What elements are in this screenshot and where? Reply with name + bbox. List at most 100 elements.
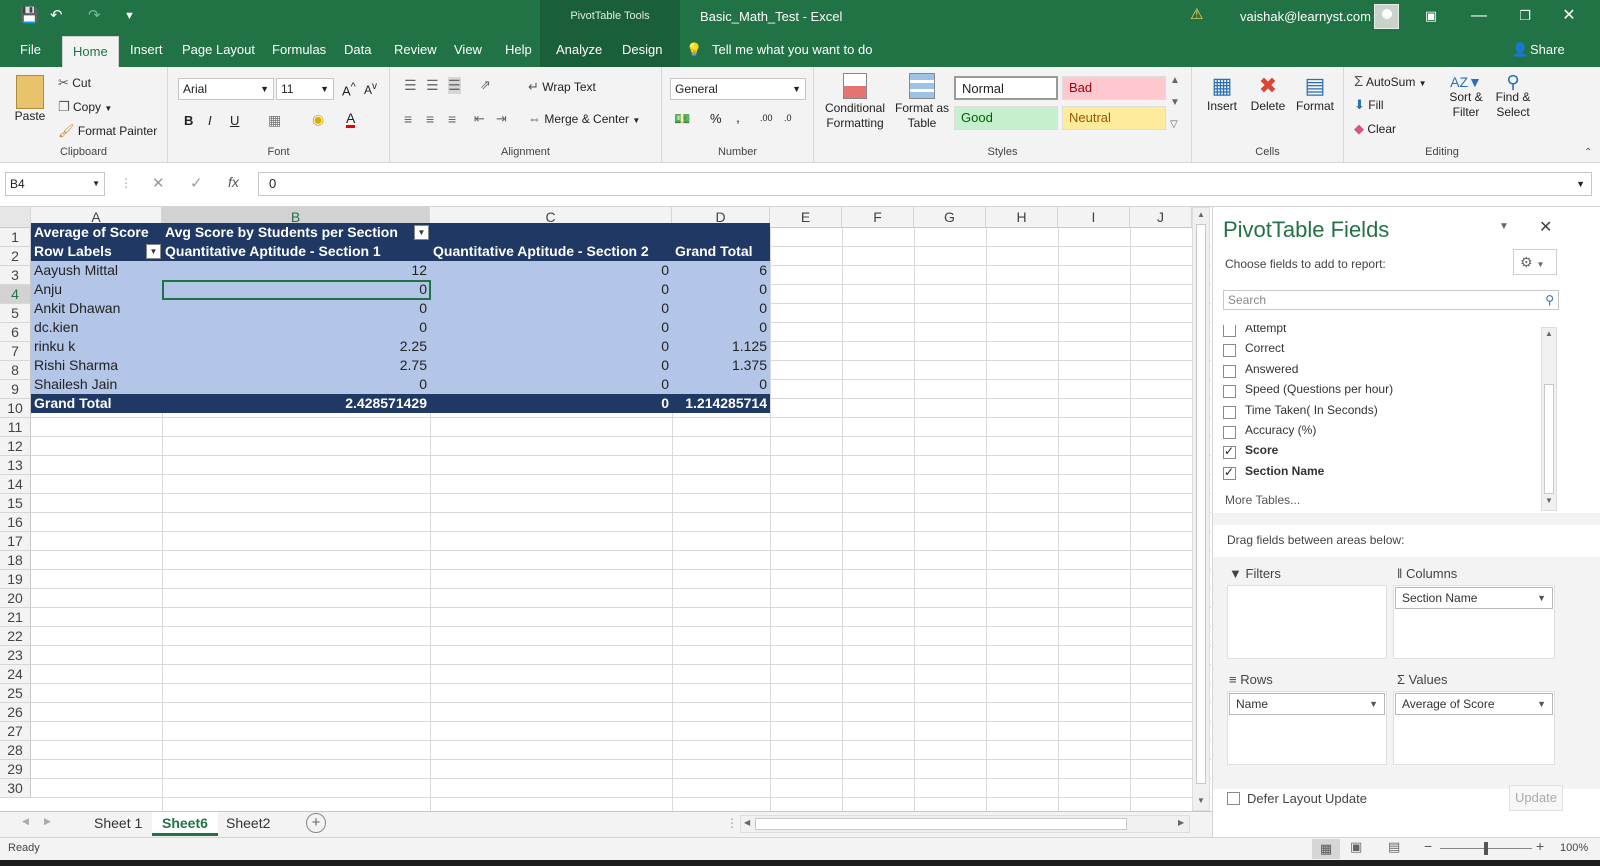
row-header[interactable]: 13 (0, 456, 31, 475)
format-painter-button[interactable]: 🖌 Format Painter (58, 123, 157, 139)
row-header[interactable]: 11 (0, 418, 31, 437)
field-checkbox[interactable] (1223, 364, 1236, 378)
field-label[interactable]: Answered (1245, 362, 1298, 376)
align-left-icon[interactable]: ≡ (404, 111, 412, 127)
row-header[interactable]: 2 (0, 247, 31, 266)
wrap-text-button[interactable]: ↵ Wrap Text (528, 79, 596, 95)
sheet-prev-icon[interactable]: ◀ (22, 816, 29, 827)
find-select-button[interactable]: ⚲ Find & Select (1490, 73, 1536, 120)
field-checkbox[interactable] (1223, 465, 1236, 480)
add-sheet-icon[interactable]: + (306, 813, 326, 833)
pivot-value-cell[interactable]: 0 (162, 375, 430, 394)
field-checkbox[interactable] (1223, 444, 1236, 460)
tab-home[interactable]: Home (62, 36, 119, 67)
column-header-h[interactable]: H (986, 207, 1058, 228)
pivot-value-cell[interactable]: 2.75 (162, 356, 430, 375)
update-button[interactable]: Update (1509, 785, 1563, 811)
field-checkbox[interactable] (1223, 426, 1236, 439)
splitter-icon[interactable]: ⋮ (726, 816, 738, 830)
row-header[interactable]: 23 (0, 646, 31, 665)
zoom-out-icon[interactable]: − (1424, 838, 1432, 854)
tab-file[interactable]: File (20, 42, 41, 57)
zoom-slider-thumb[interactable] (1484, 842, 1488, 855)
field-label[interactable]: Score (1245, 443, 1278, 457)
orientation-icon[interactable]: ⇗ (480, 77, 491, 93)
minimize-icon[interactable]: — (1464, 4, 1494, 28)
row-header[interactable]: 3 (0, 266, 31, 285)
filters-drop-area[interactable] (1227, 585, 1387, 659)
pivot-grand-total-label[interactable]: Grand Total (31, 394, 162, 413)
name-box[interactable]: B4 ▼ (5, 172, 105, 196)
horizontal-scroll-thumb[interactable] (755, 818, 1127, 830)
field-label[interactable]: Section Name (1245, 464, 1324, 478)
borders-icon[interactable]: ▦ (268, 112, 281, 129)
increase-decimal-icon[interactable]: .00 (760, 113, 773, 123)
customize-toolbar-icon[interactable]: ▼ (124, 6, 135, 26)
pivot-row-label[interactable]: Anju (31, 280, 162, 299)
row-header[interactable]: 12 (0, 437, 31, 456)
warning-icon[interactable]: ⚠ (1190, 5, 1203, 25)
align-middle-icon[interactable]: ☰ (426, 77, 439, 94)
insert-function-icon[interactable]: fx (228, 174, 239, 190)
increase-font-icon[interactable]: A^ (342, 81, 356, 98)
pivot-column-title[interactable]: Avg Score by Students per Section (162, 223, 430, 242)
fill-color-icon[interactable]: ◉ (312, 111, 324, 128)
column-header-g[interactable]: G (914, 207, 986, 228)
undo-icon[interactable]: ↶ (50, 6, 63, 26)
row-header[interactable]: 20 (0, 589, 31, 608)
style-good[interactable]: Good (954, 106, 1058, 130)
scroll-down-icon[interactable]: ▼ (1197, 796, 1205, 805)
pivot-value-cell[interactable]: 0 (430, 261, 672, 280)
row-header[interactable]: 5 (0, 304, 31, 323)
pivot-value-cell[interactable]: 0 (430, 318, 672, 337)
more-tables-link[interactable]: More Tables... (1225, 493, 1300, 507)
column-header-f[interactable]: F (842, 207, 914, 228)
avatar[interactable] (1374, 4, 1399, 29)
page-break-view-icon[interactable]: ▤ (1388, 839, 1400, 855)
pivot-value-cell[interactable]: 0 (430, 375, 672, 394)
pivot-row-label[interactable]: Aayush Mittal (31, 261, 162, 280)
pivot-value-cell[interactable]: 2.25 (162, 337, 430, 356)
column-filter-icon[interactable]: ▼ (414, 225, 429, 240)
decrease-font-icon[interactable]: Av (364, 81, 377, 97)
sheet-tab-sheet6[interactable]: Sheet6 (152, 812, 218, 836)
pivot-col-header-s2[interactable]: Quantitative Aptitude - Section 2 (430, 242, 672, 261)
tab-analyze[interactable]: Analyze (556, 42, 602, 57)
row-header[interactable]: 1 (0, 228, 31, 247)
row-header[interactable]: 14 (0, 475, 31, 494)
pivot-value-cell[interactable]: 0 (430, 337, 672, 356)
tab-design[interactable]: Design (622, 42, 662, 57)
pane-divider[interactable] (1213, 513, 1600, 525)
scroll-up-icon[interactable]: ▲ (1197, 210, 1205, 219)
insert-cells-button[interactable]: ▦ Insert (1202, 73, 1242, 113)
row-header[interactable]: 6 (0, 323, 31, 342)
pivot-value-cell[interactable]: 0 (430, 299, 672, 318)
pivot-value-cell[interactable]: 0 (672, 280, 770, 299)
fill-button[interactable]: ⬇ Fill (1354, 97, 1384, 113)
formula-input[interactable]: 0 ▼ (258, 172, 1592, 196)
page-layout-view-icon[interactable]: ▣ (1350, 839, 1362, 855)
share-button[interactable]: Share (1530, 42, 1565, 57)
field-scroll-thumb[interactable] (1544, 384, 1554, 494)
row-header[interactable]: 26 (0, 703, 31, 722)
pivot-row-label[interactable]: dc.kien (31, 318, 162, 337)
pivot-value-cell[interactable]: 12 (162, 261, 430, 280)
pivot-value-cell[interactable]: 6 (672, 261, 770, 280)
row-header[interactable]: 25 (0, 684, 31, 703)
field-settings-gear-icon[interactable]: ⚙ ▼ (1513, 249, 1557, 275)
row-header[interactable]: 10 (0, 399, 31, 418)
row-header[interactable]: 21 (0, 608, 31, 627)
row-header[interactable]: 28 (0, 741, 31, 760)
values-field-average-score[interactable]: Average of Score ▼ (1395, 693, 1553, 715)
field-label[interactable]: Speed (Questions per hour) (1245, 382, 1393, 396)
copy-button[interactable]: ❐ Copy ▼ (58, 99, 112, 115)
pivot-value-cell[interactable]: 0 (430, 356, 672, 375)
field-list-scrollbar[interactable]: ▲ ▼ (1541, 327, 1557, 511)
clear-button[interactable]: ◆ Clear (1354, 121, 1396, 137)
align-top-icon[interactable]: ☰ (404, 77, 417, 94)
tab-review[interactable]: Review (394, 42, 437, 57)
paste-button[interactable]: Paste (10, 75, 50, 123)
pane-options-icon[interactable]: ▼ (1499, 221, 1509, 232)
comma-icon[interactable]: , (736, 109, 740, 125)
field-scroll-up-icon[interactable]: ▲ (1545, 329, 1553, 338)
